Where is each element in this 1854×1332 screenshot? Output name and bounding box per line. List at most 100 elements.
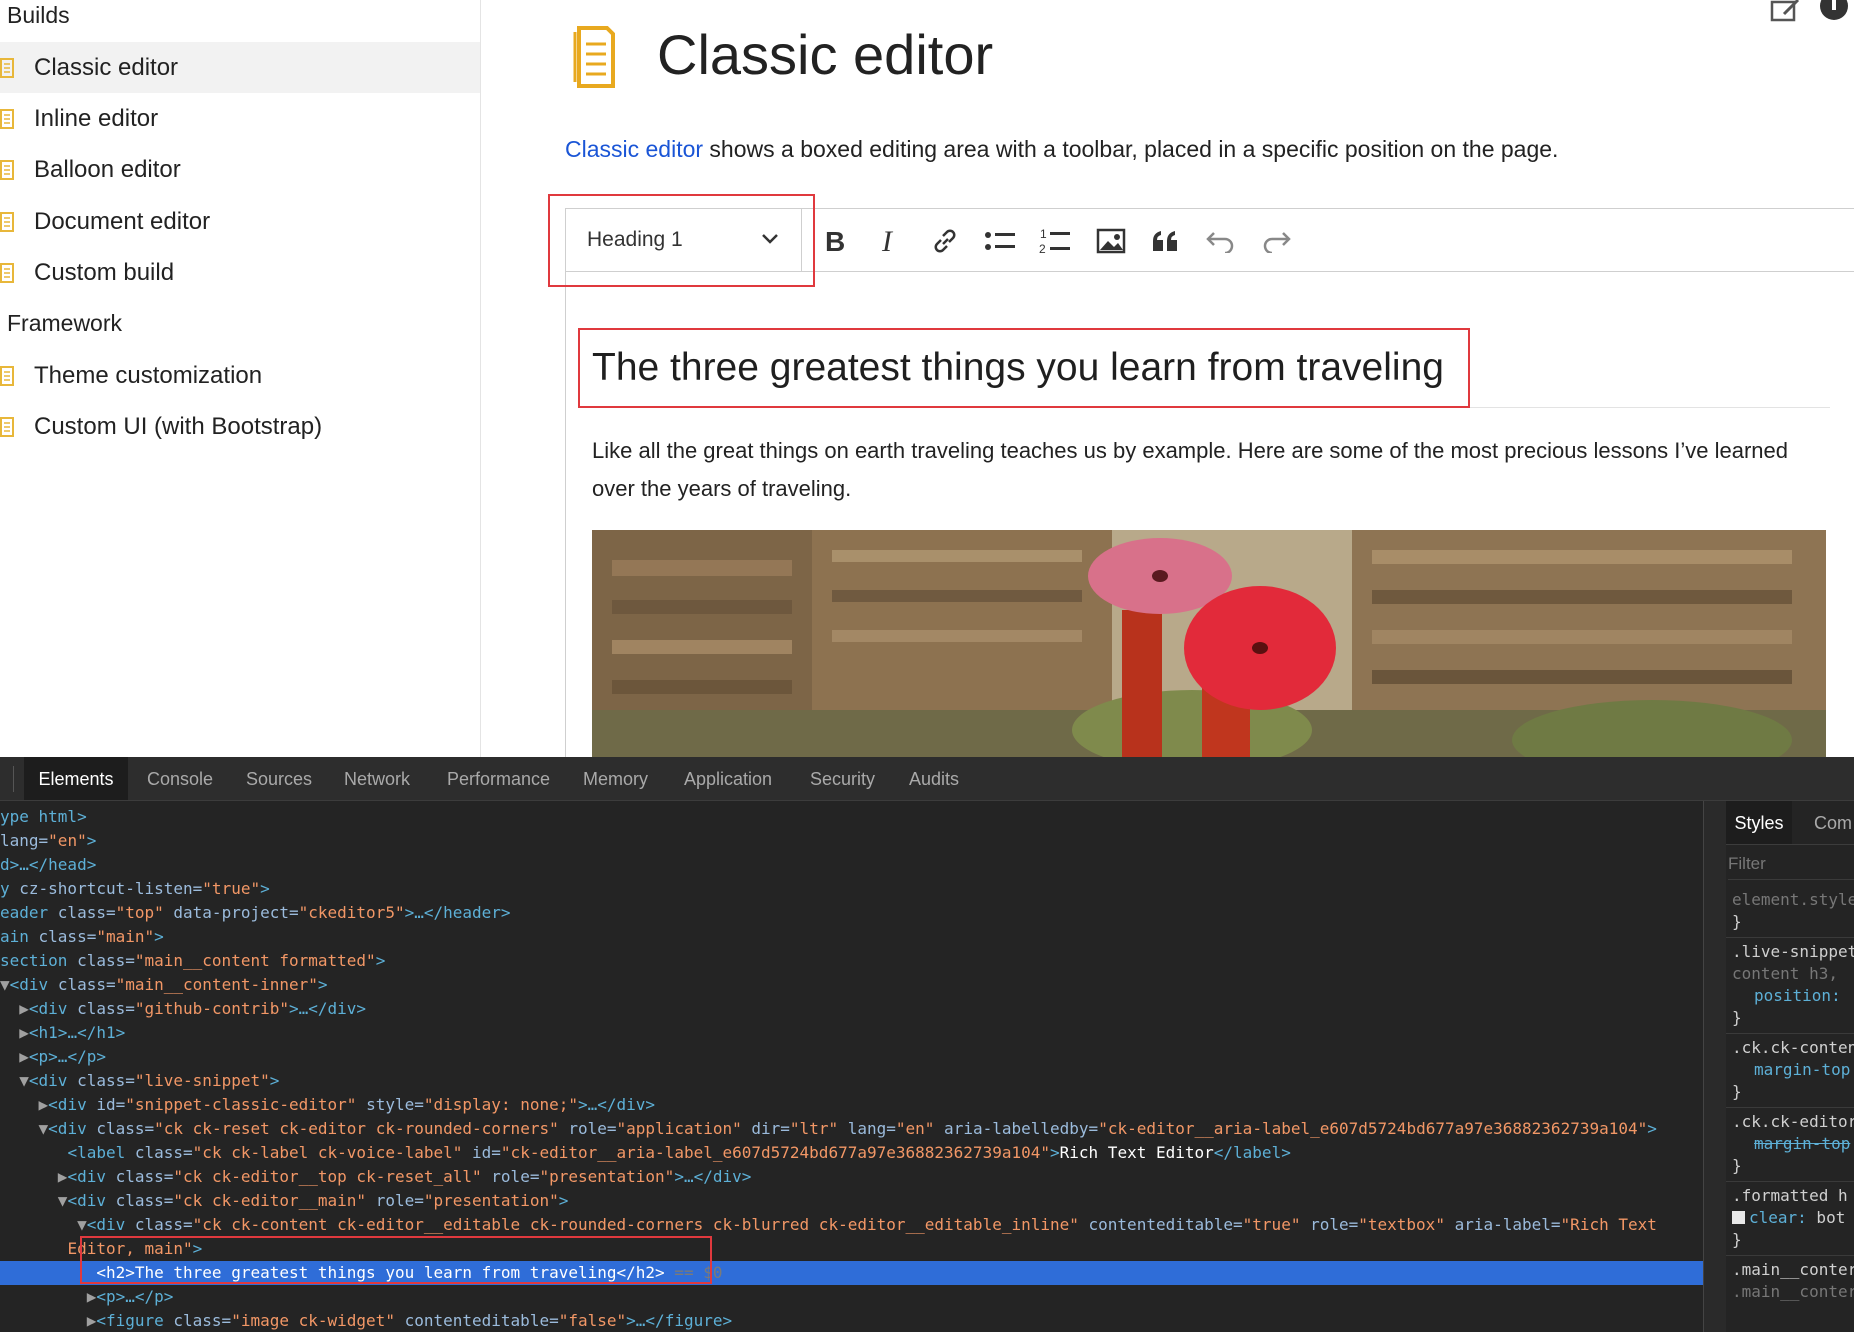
- dom-line[interactable]: ▶<p>…</p>: [0, 1285, 1703, 1309]
- sidebar-item-custom-ui[interactable]: Custom UI (with Bootstrap): [0, 401, 480, 452]
- sidebar-item-balloon-editor[interactable]: Balloon editor: [0, 144, 480, 195]
- devtools-tabbar: Elements Console Sources Network Perform…: [0, 757, 1854, 801]
- content-image[interactable]: [592, 530, 1826, 757]
- dom-line[interactable]: ▼<div class="ck ck-editor__main" role="p…: [0, 1189, 1703, 1213]
- dom-line[interactable]: <label class="ck ck-label ck-voice-label…: [0, 1141, 1703, 1165]
- chevron-down-icon: [762, 234, 778, 244]
- dom-line[interactable]: ▶<div class="github-contrib">…</div>: [0, 997, 1703, 1021]
- style-brace: }: [1732, 1156, 1742, 1175]
- sidebar-nav: Builds Classic editor Inline editor Ball…: [0, 0, 481, 757]
- dom-line[interactable]: ▶<p>…</p>: [0, 1045, 1703, 1069]
- content-heading[interactable]: The three greatest things you learn from…: [592, 346, 1444, 390]
- document-icon: [0, 262, 14, 283]
- style-property-row[interactable]: clear: bot: [1732, 1207, 1845, 1229]
- styles-tabbar: Styles Com: [1726, 801, 1854, 845]
- style-rule-divider: [1726, 1255, 1854, 1256]
- dom-line-selected-h2[interactable]: <h2>The three greatest things you learn …: [0, 1261, 1703, 1285]
- bold-button[interactable]: B: [814, 221, 856, 261]
- tab-elements[interactable]: Elements: [24, 757, 128, 800]
- bulleted-list-button[interactable]: [979, 221, 1021, 261]
- dom-line[interactable]: ▼<div class="main__content-inner">: [0, 973, 1703, 997]
- dom-line[interactable]: ain class="main">: [0, 925, 1703, 949]
- elements-scrollbar[interactable]: [1704, 801, 1726, 1332]
- dom-line[interactable]: ▼<div class="ck ck-reset ck-editor ck-ro…: [0, 1117, 1703, 1141]
- dom-line[interactable]: ▶<div class="ck ck-editor__top ck-reset_…: [0, 1165, 1703, 1189]
- content-paragraph[interactable]: Like all the great things on earth trave…: [592, 432, 1792, 508]
- undo-button[interactable]: [1200, 221, 1242, 261]
- dom-line[interactable]: eader class="top" data-project="ckeditor…: [0, 901, 1703, 925]
- tab-console[interactable]: Console: [147, 757, 213, 800]
- tab-separator: [13, 766, 14, 792]
- dom-line[interactable]: ▼<div class="ck ck-content ck-editor__ed…: [0, 1213, 1703, 1237]
- document-icon: [0, 416, 14, 437]
- editor-editable-area[interactable]: The three greatest things you learn from…: [566, 272, 1854, 757]
- style-selector: .formatted h: [1732, 1186, 1848, 1205]
- blockquote-button[interactable]: [1145, 221, 1187, 261]
- italic-button[interactable]: I: [869, 221, 911, 261]
- tab-security[interactable]: Security: [810, 757, 875, 800]
- dom-line[interactable]: Editor, main">: [0, 1237, 1703, 1261]
- tab-sources[interactable]: Sources: [246, 757, 312, 800]
- link-icon: [934, 229, 956, 253]
- dom-line[interactable]: ▶<h1>…</h1>: [0, 1021, 1703, 1045]
- dom-line[interactable]: ▶<figure class="image ck-widget" content…: [0, 1309, 1703, 1332]
- svg-text:B: B: [825, 228, 845, 254]
- document-icon: [0, 57, 14, 78]
- sidebar-item-label: Document editor: [34, 207, 211, 235]
- tab-performance[interactable]: Performance: [447, 757, 550, 800]
- style-selector: content h3,: [1732, 964, 1838, 983]
- image-button[interactable]: [1090, 221, 1132, 261]
- styles-filter-input[interactable]: Filter: [1728, 849, 1854, 880]
- tab-audits[interactable]: Audits: [909, 757, 959, 800]
- document-icon: [0, 108, 14, 129]
- edit-icon[interactable]: [1770, 0, 1802, 22]
- italic-icon: I: [881, 228, 894, 254]
- sidebar-item-document-editor[interactable]: Document editor: [0, 196, 480, 247]
- sidebar-item-inline-editor[interactable]: Inline editor: [0, 93, 480, 144]
- sidebar-item-label: Balloon editor: [34, 155, 181, 183]
- devtools-panel: Elements Console Sources Network Perform…: [0, 757, 1854, 1332]
- blockquote-icon: [1153, 231, 1177, 251]
- heading-divider: [592, 407, 1830, 408]
- sidebar-item-theme-customization[interactable]: Theme customization: [0, 350, 480, 401]
- style-rule-divider: [1726, 937, 1854, 938]
- elements-dom-tree: ype html> lang="en"> d>…</head> y cz-sho…: [0, 801, 1703, 1332]
- alert-icon[interactable]: [1820, 0, 1848, 24]
- heading-dropdown[interactable]: Heading 1: [566, 209, 802, 271]
- sidebar-item-label: Classic editor: [34, 53, 179, 81]
- undo-icon: [1206, 232, 1234, 253]
- checkbox-icon[interactable]: [1732, 1211, 1745, 1224]
- tab-network[interactable]: Network: [344, 757, 410, 800]
- sidebar-item-classic-editor[interactable]: Classic editor: [0, 42, 480, 93]
- dom-line[interactable]: section class="main__content formatted">: [0, 949, 1703, 973]
- page-actions: [1770, 0, 1848, 24]
- style-property[interactable]: position:: [1754, 985, 1841, 1007]
- style-property-overridden[interactable]: margin-top: [1754, 1133, 1850, 1155]
- classic-editor-link[interactable]: Classic editor: [565, 136, 703, 162]
- tab-application[interactable]: Application: [684, 757, 772, 800]
- redo-button[interactable]: [1255, 221, 1297, 261]
- web-page: Builds Classic editor Inline editor Ball…: [0, 0, 1854, 757]
- sidebar-item-custom-build[interactable]: Custom build: [0, 247, 480, 298]
- style-brace: }: [1732, 1082, 1742, 1101]
- tab-computed[interactable]: Com: [1814, 801, 1852, 844]
- tab-styles[interactable]: Styles: [1726, 801, 1792, 844]
- document-icon: [0, 365, 14, 386]
- dom-line[interactable]: lang="en">: [0, 829, 1703, 853]
- dom-line[interactable]: ype html>: [0, 805, 1703, 829]
- dom-line[interactable]: d>…</head>: [0, 853, 1703, 877]
- style-rule-divider: [1726, 1181, 1854, 1182]
- style-brace: }: [1732, 1230, 1742, 1249]
- numbered-list-button[interactable]: 12: [1034, 221, 1076, 261]
- dom-line[interactable]: ▶<div id="snippet-classic-editor" style=…: [0, 1093, 1703, 1117]
- image-icon: [1096, 228, 1126, 254]
- tab-memory[interactable]: Memory: [583, 757, 648, 800]
- svg-text:I: I: [881, 228, 894, 254]
- bulleted-list-icon: [985, 232, 1015, 250]
- dom-line[interactable]: y cz-shortcut-listen="true">: [0, 877, 1703, 901]
- link-button[interactable]: [924, 221, 966, 261]
- style-property[interactable]: margin-top: [1754, 1059, 1850, 1081]
- heading-dropdown-value: Heading 1: [587, 228, 683, 251]
- style-selector: .ck.ck-conten: [1732, 1038, 1854, 1057]
- dom-line[interactable]: ▼<div class="live-snippet">: [0, 1069, 1703, 1093]
